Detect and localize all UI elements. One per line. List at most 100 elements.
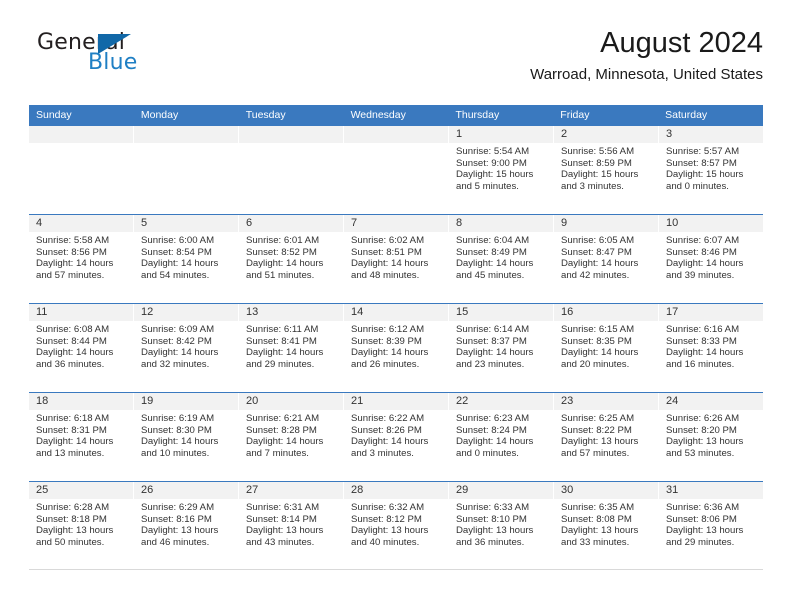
day-number: 14 <box>344 304 448 321</box>
daylight-text-line1: Daylight: 14 hours <box>246 347 324 359</box>
day-number: 27 <box>239 482 343 499</box>
day-number: 25 <box>29 482 133 499</box>
week-row: 18 Sunrise: 6:18 AM Sunset: 8:31 PM Dayl… <box>29 392 763 481</box>
day-cell[interactable]: 10 Sunrise: 6:07 AM Sunset: 8:46 PM Dayl… <box>659 215 763 303</box>
day-number: 16 <box>554 304 658 321</box>
day-cell[interactable]: 20 Sunrise: 6:21 AM Sunset: 8:28 PM Dayl… <box>239 393 344 481</box>
general-blue-logo[interactable]: General Blue <box>29 30 209 86</box>
sunset-text: Sunset: 8:37 PM <box>456 335 527 347</box>
day-cell[interactable]: 19 Sunrise: 6:19 AM Sunset: 8:30 PM Dayl… <box>134 393 239 481</box>
day-number <box>29 126 133 143</box>
day-cell[interactable]: 14 Sunrise: 6:12 AM Sunset: 8:39 PM Dayl… <box>344 304 449 392</box>
day-cell[interactable]: 2 Sunrise: 5:56 AM Sunset: 8:59 PM Dayli… <box>554 126 659 214</box>
day-cell[interactable]: 25 Sunrise: 6:28 AM Sunset: 8:18 PM Dayl… <box>29 482 134 569</box>
daylight-text-line2: and 26 minutes. <box>351 358 420 370</box>
sunset-text: Sunset: 8:20 PM <box>666 424 737 436</box>
daylight-text-line2: and 42 minutes. <box>561 269 630 281</box>
sunrise-text: Sunrise: 6:18 AM <box>36 413 110 424</box>
day-cell[interactable] <box>29 126 134 214</box>
daylight-text-line1: Daylight: 14 hours <box>666 347 744 359</box>
day-cell[interactable]: 12 Sunrise: 6:09 AM Sunset: 8:42 PM Dayl… <box>134 304 239 392</box>
weekday-header-wednesday: Wednesday <box>350 109 406 121</box>
day-cell[interactable]: 5 Sunrise: 6:00 AM Sunset: 8:54 PM Dayli… <box>134 215 239 303</box>
day-number: 5 <box>134 215 238 232</box>
weekday-header-row: Sunday Monday Tuesday Wednesday Thursday… <box>29 105 763 125</box>
day-cell[interactable]: 15 Sunrise: 6:14 AM Sunset: 8:37 PM Dayl… <box>449 304 554 392</box>
day-cell[interactable]: 4 Sunrise: 5:58 AM Sunset: 8:56 PM Dayli… <box>29 215 134 303</box>
day-cell[interactable]: 29 Sunrise: 6:33 AM Sunset: 8:10 PM Dayl… <box>449 482 554 569</box>
daylight-text-line1: Daylight: 14 hours <box>246 258 324 270</box>
sunrise-text: Sunrise: 5:57 AM <box>666 146 740 157</box>
day-cell[interactable]: 26 Sunrise: 6:29 AM Sunset: 8:16 PM Dayl… <box>134 482 239 569</box>
daylight-text-line2: and 10 minutes. <box>141 447 210 459</box>
sunrise-text: Sunrise: 6:08 AM <box>36 324 110 335</box>
day-cell[interactable]: 11 Sunrise: 6:08 AM Sunset: 8:44 PM Dayl… <box>29 304 134 392</box>
daylight-text-line2: and 16 minutes. <box>666 358 735 370</box>
day-cell[interactable]: 22 Sunrise: 6:23 AM Sunset: 8:24 PM Dayl… <box>449 393 554 481</box>
day-cell[interactable]: 27 Sunrise: 6:31 AM Sunset: 8:14 PM Dayl… <box>239 482 344 569</box>
weekday-header-tuesday: Tuesday <box>245 109 286 121</box>
day-cell[interactable]: 30 Sunrise: 6:35 AM Sunset: 8:08 PM Dayl… <box>554 482 659 569</box>
day-cell[interactable]: 16 Sunrise: 6:15 AM Sunset: 8:35 PM Dayl… <box>554 304 659 392</box>
day-cell[interactable]: 23 Sunrise: 6:25 AM Sunset: 8:22 PM Dayl… <box>554 393 659 481</box>
sunset-text: Sunset: 8:10 PM <box>456 513 527 525</box>
day-details <box>239 143 343 146</box>
day-cell[interactable]: 31 Sunrise: 6:36 AM Sunset: 8:06 PM Dayl… <box>659 482 763 569</box>
week-row: 11 Sunrise: 6:08 AM Sunset: 8:44 PM Dayl… <box>29 303 763 392</box>
day-details: Sunrise: 6:23 AM Sunset: 8:24 PM Dayligh… <box>449 410 553 459</box>
day-number <box>344 126 448 143</box>
day-cell[interactable] <box>344 126 449 214</box>
daylight-text-line2: and 39 minutes. <box>666 269 735 281</box>
day-cell[interactable]: 28 Sunrise: 6:32 AM Sunset: 8:12 PM Dayl… <box>344 482 449 569</box>
day-cell[interactable]: 3 Sunrise: 5:57 AM Sunset: 8:57 PM Dayli… <box>659 126 763 214</box>
daylight-text-line2: and 13 minutes. <box>36 447 105 459</box>
day-details: Sunrise: 6:21 AM Sunset: 8:28 PM Dayligh… <box>239 410 343 459</box>
sunrise-text: Sunrise: 6:33 AM <box>456 502 530 513</box>
logo-text-blue: Blue <box>88 50 138 75</box>
day-cell[interactable]: 13 Sunrise: 6:11 AM Sunset: 8:41 PM Dayl… <box>239 304 344 392</box>
daylight-text-line1: Daylight: 14 hours <box>141 258 219 270</box>
day-number <box>239 126 343 143</box>
sunrise-text: Sunrise: 6:28 AM <box>36 502 110 513</box>
day-cell[interactable]: 18 Sunrise: 6:18 AM Sunset: 8:31 PM Dayl… <box>29 393 134 481</box>
day-cell[interactable]: 9 Sunrise: 6:05 AM Sunset: 8:47 PM Dayli… <box>554 215 659 303</box>
day-details: Sunrise: 5:57 AM Sunset: 8:57 PM Dayligh… <box>659 143 763 192</box>
day-cell[interactable]: 8 Sunrise: 6:04 AM Sunset: 8:49 PM Dayli… <box>449 215 554 303</box>
daylight-text-line2: and 57 minutes. <box>561 447 630 459</box>
sunset-text: Sunset: 8:26 PM <box>351 424 422 436</box>
day-cell[interactable] <box>239 126 344 214</box>
day-details: Sunrise: 6:29 AM Sunset: 8:16 PM Dayligh… <box>134 499 238 548</box>
day-cell[interactable]: 24 Sunrise: 6:26 AM Sunset: 8:20 PM Dayl… <box>659 393 763 481</box>
day-cell[interactable] <box>134 126 239 214</box>
day-cell[interactable]: 1 Sunrise: 5:54 AM Sunset: 9:00 PM Dayli… <box>449 126 554 214</box>
day-details: Sunrise: 6:26 AM Sunset: 8:20 PM Dayligh… <box>659 410 763 459</box>
day-cell[interactable]: 21 Sunrise: 6:22 AM Sunset: 8:26 PM Dayl… <box>344 393 449 481</box>
sunrise-text: Sunrise: 6:32 AM <box>351 502 425 513</box>
day-number: 3 <box>659 126 763 143</box>
week-row: 25 Sunrise: 6:28 AM Sunset: 8:18 PM Dayl… <box>29 481 763 570</box>
day-number: 23 <box>554 393 658 410</box>
day-details: Sunrise: 6:12 AM Sunset: 8:39 PM Dayligh… <box>344 321 448 370</box>
daylight-text-line2: and 36 minutes. <box>36 358 105 370</box>
sunrise-text: Sunrise: 5:56 AM <box>561 146 635 157</box>
daylight-text-line2: and 48 minutes. <box>351 269 420 281</box>
weekday-header-sunday: Sunday <box>36 109 72 121</box>
sunset-text: Sunset: 8:44 PM <box>36 335 107 347</box>
day-details: Sunrise: 6:22 AM Sunset: 8:26 PM Dayligh… <box>344 410 448 459</box>
daylight-text-line2: and 3 minutes. <box>561 180 624 192</box>
sunrise-text: Sunrise: 6:16 AM <box>666 324 740 335</box>
sunset-text: Sunset: 8:22 PM <box>561 424 632 436</box>
day-number: 11 <box>29 304 133 321</box>
day-cell[interactable]: 6 Sunrise: 6:01 AM Sunset: 8:52 PM Dayli… <box>239 215 344 303</box>
title-block: August 2024 Warroad, Minnesota, United S… <box>530 26 763 84</box>
sunrise-text: Sunrise: 6:12 AM <box>351 324 425 335</box>
sunrise-text: Sunrise: 6:25 AM <box>561 413 635 424</box>
sunset-text: Sunset: 8:39 PM <box>351 335 422 347</box>
day-cell[interactable]: 7 Sunrise: 6:02 AM Sunset: 8:51 PM Dayli… <box>344 215 449 303</box>
daylight-text-line2: and 40 minutes. <box>351 536 420 548</box>
sunset-text: Sunset: 8:35 PM <box>561 335 632 347</box>
day-cell[interactable]: 17 Sunrise: 6:16 AM Sunset: 8:33 PM Dayl… <box>659 304 763 392</box>
sunset-text: Sunset: 8:28 PM <box>246 424 317 436</box>
daylight-text-line1: Daylight: 15 hours <box>666 169 744 181</box>
sunset-text: Sunset: 8:12 PM <box>351 513 422 525</box>
